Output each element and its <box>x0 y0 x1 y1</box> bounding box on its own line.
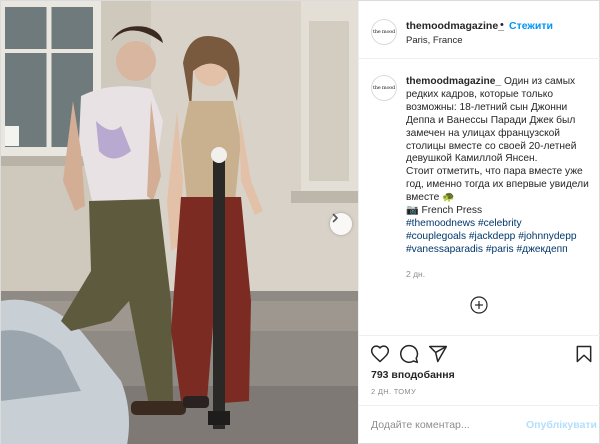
publish-button[interactable]: Опублікувати <box>526 419 597 431</box>
caption-username[interactable]: themoodmagazine_ <box>406 76 501 87</box>
save-button[interactable] <box>574 344 594 364</box>
hashtag-link[interactable]: #celebrity <box>478 218 522 229</box>
next-photo-button[interactable] <box>330 213 352 235</box>
likes-count[interactable]: 793 вподобання <box>371 369 455 381</box>
caption-avatar[interactable]: the mood <box>371 75 397 101</box>
comments-area[interactable]: the mood themoodmagazine_ Один из самых … <box>359 59 600 335</box>
header-username[interactable]: themoodmagazine_ <box>406 20 504 32</box>
post-modal: the mood themoodmagazine_ • Стежити Pari… <box>0 0 600 444</box>
paper-plane-icon <box>428 345 448 363</box>
bookmark-icon <box>576 345 592 363</box>
location-link[interactable]: Paris, France <box>406 35 463 46</box>
caption-timestamp: 2 дн. <box>406 269 426 279</box>
photo-illustration <box>1 1 358 444</box>
post-header: the mood themoodmagazine_ • Стежити Pari… <box>359 1 600 59</box>
hashtag-link[interactable]: #jackdepp <box>469 231 515 242</box>
post-photo[interactable] <box>1 1 358 444</box>
add-comment-bar: Опублікувати <box>359 405 600 444</box>
caption-credit: French Press <box>421 205 483 217</box>
hashtag-link[interactable]: #джекдепп <box>516 244 567 255</box>
turtle-emoji: 🐢 <box>442 192 455 204</box>
hashtag-link[interactable]: #couplegoals <box>406 231 466 242</box>
avatar-logo-text: the mood <box>372 85 396 91</box>
comment-icon <box>400 344 419 364</box>
hashtag-link[interactable]: #paris <box>486 244 514 255</box>
header-separator: • <box>500 19 504 31</box>
post-timestamp[interactable]: 2 ДН. ТОМУ <box>371 387 416 396</box>
plus-circle-icon <box>470 296 488 314</box>
avatar-logo-text: the mood <box>372 29 396 35</box>
post-actions: 793 вподобання 2 ДН. ТОМУ <box>359 335 600 405</box>
share-button[interactable] <box>428 344 448 364</box>
post-side-panel: the mood themoodmagazine_ • Стежити Pari… <box>358 1 600 444</box>
post-caption: themoodmagazine_ Один из самых редких ка… <box>406 76 596 257</box>
avatar[interactable]: the mood <box>371 19 397 45</box>
heart-icon <box>370 345 390 363</box>
follow-button[interactable]: Стежити <box>509 20 553 32</box>
caption-text-secondary: Стоит отметить, что пара вместе уже год,… <box>406 166 589 204</box>
caption-text-main: Один из самых редких кадров, которые тол… <box>406 76 577 165</box>
load-more-comments-button[interactable] <box>470 296 488 314</box>
hashtag-link[interactable]: #themoodnews <box>406 218 475 229</box>
hashtag-link[interactable]: #vanessaparadis <box>406 244 483 255</box>
camera-emoji: 📷 <box>406 205 419 217</box>
like-button[interactable] <box>370 344 390 364</box>
comment-button[interactable] <box>399 344 419 364</box>
chevron-right-icon <box>332 213 338 223</box>
comment-input[interactable] <box>371 416 521 434</box>
hashtag-link[interactable]: #johnnydepp <box>518 231 576 242</box>
